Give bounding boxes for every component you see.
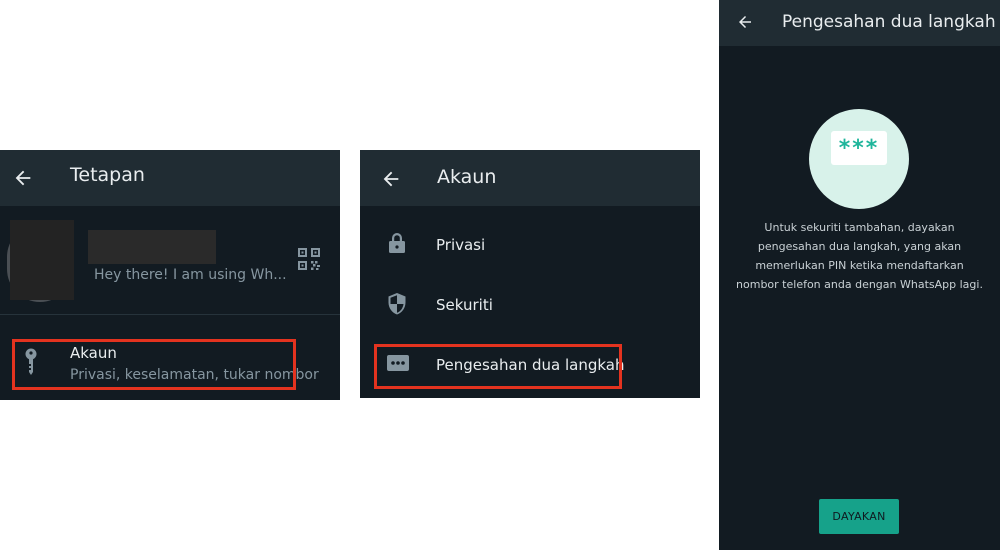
divider: [0, 314, 340, 315]
description-text: Untuk sekuriti tambahan, dayakan pengesa…: [736, 221, 983, 291]
profile-status: Hey there! I am using Wh...: [94, 267, 287, 283]
back-arrow-icon[interactable]: [12, 167, 34, 189]
menu-item-sekuriti[interactable]: Sekuriti: [360, 276, 700, 336]
shield-icon: [388, 293, 406, 315]
enable-button[interactable]: DAYAKAN: [819, 499, 899, 534]
back-arrow-icon[interactable]: [736, 13, 754, 31]
menu-item-label: Privasi: [436, 236, 486, 254]
account-screen: Akaun Privasi Sekuriti Pengesahan dua la…: [360, 150, 700, 398]
account-header: Akaun: [360, 150, 700, 206]
pin-illustration: ***: [809, 109, 909, 209]
two-step-header: Pengesahan dua langkah: [719, 0, 1000, 46]
two-step-screen: Pengesahan dua langkah *** Untuk sekurit…: [719, 0, 1000, 550]
pin-asterisks: ***: [831, 131, 887, 165]
qr-code-icon[interactable]: [297, 247, 321, 271]
lock-icon: [389, 233, 405, 253]
highlight-box: [374, 344, 622, 389]
page-title: Pengesahan dua langkah: [782, 12, 996, 32]
highlight-box: [12, 339, 296, 390]
menu-item-privasi[interactable]: Privasi: [360, 216, 700, 276]
menu-item-label: Sekuriti: [436, 296, 493, 314]
back-arrow-icon[interactable]: [380, 168, 402, 190]
page-title: Tetapan: [70, 164, 145, 186]
settings-header: Tetapan: [0, 150, 340, 206]
profile-name-redaction: [88, 230, 216, 264]
avatar-redaction: [10, 220, 74, 300]
settings-screen: Tetapan Hey there! I am using Wh... Akau…: [0, 150, 340, 400]
page-title: Akaun: [437, 166, 497, 188]
